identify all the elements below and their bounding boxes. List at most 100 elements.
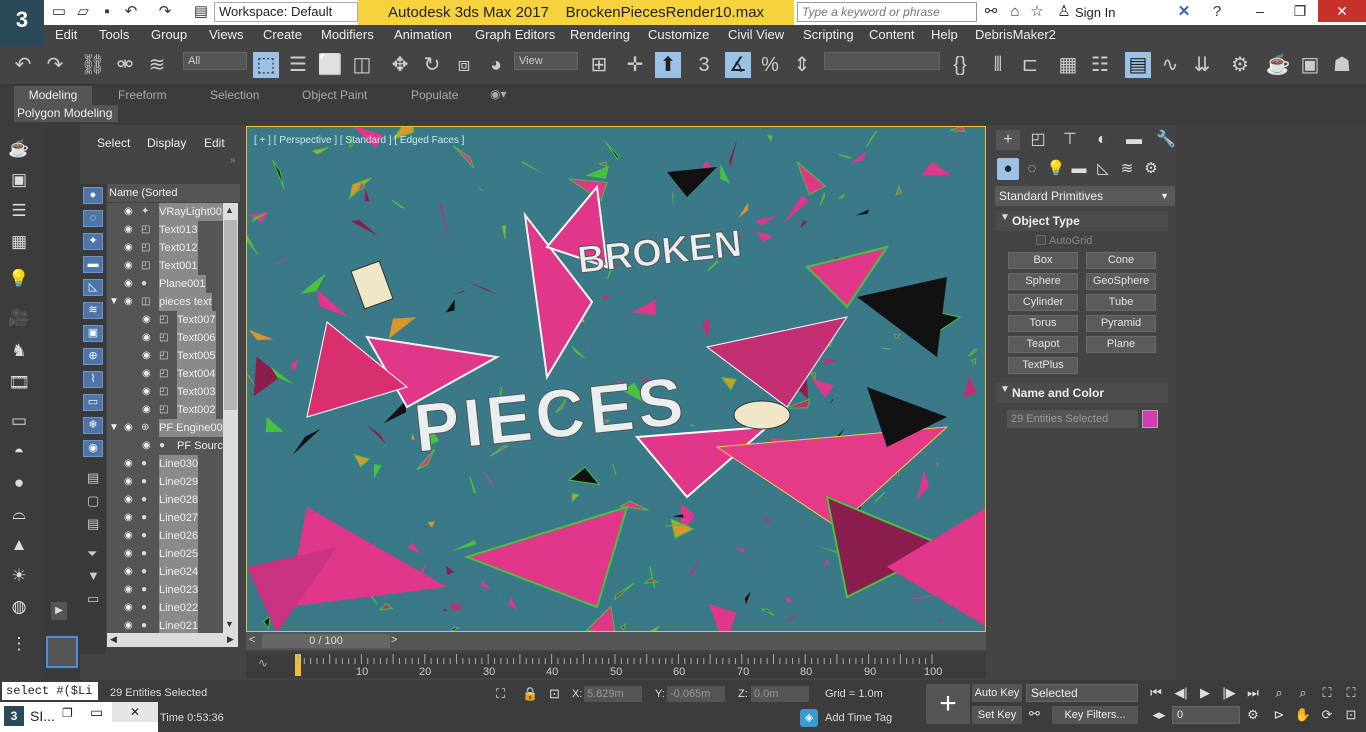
current-frame-field[interactable]: 0: [1172, 706, 1240, 724]
name-and-color-rollout[interactable]: Name and Color: [996, 383, 1168, 403]
cameras-category-icon[interactable]: ▬: [1068, 158, 1090, 180]
rotate-icon[interactable]: ↻: [419, 52, 445, 78]
go-to-end-icon[interactable]: ⏭: [1244, 684, 1262, 702]
zoom-icon[interactable]: ⌕: [1270, 684, 1288, 702]
light-bulb-icon[interactable]: 💡: [8, 268, 30, 290]
previous-frame-icon[interactable]: ◀|: [1172, 684, 1190, 702]
list-item[interactable]: ◉ ● Line024: [107, 563, 223, 581]
filter-cameras-icon[interactable]: ▬: [83, 256, 103, 273]
restore-icon[interactable]: ❐: [62, 706, 73, 720]
list-item[interactable]: ◉ ◰ Text006: [107, 329, 223, 347]
undo-icon[interactable]: ↶: [122, 3, 140, 21]
cone-button[interactable]: Cone: [1086, 252, 1156, 269]
menu-edit[interactable]: Edit: [55, 27, 77, 42]
viewport-label-menu[interactable]: [ + ] [ Perspective ] [ Standard ] [ Edg…: [254, 135, 464, 146]
filter-frozen-icon[interactable]: ❄: [83, 417, 103, 434]
minimize-button[interactable]: –: [1240, 0, 1280, 22]
perspective-viewport[interactable]: BROKEN PIECES: [246, 126, 986, 632]
redo-icon[interactable]: ↷: [156, 3, 174, 21]
modify-tab-icon[interactable]: ◰: [1026, 130, 1050, 150]
curve-editor-icon[interactable]: ∿: [1157, 52, 1183, 78]
open-file-icon[interactable]: ▱: [74, 3, 92, 21]
display-dependents-icon[interactable]: ▤: [87, 516, 99, 532]
angle-snap-icon[interactable]: ∡: [725, 52, 751, 78]
explorer-collapse-icon[interactable]: »: [230, 155, 236, 166]
list-item[interactable]: ◉ ● Line029: [107, 473, 223, 491]
object-type-rollout[interactable]: Object Type: [996, 211, 1168, 231]
close-button[interactable]: ✕: [1318, 0, 1366, 22]
layer-explorer-icon[interactable]: ☷: [1087, 52, 1113, 78]
menu-graph-editors[interactable]: Graph Editors: [475, 27, 555, 42]
fov-icon[interactable]: ⊳: [1270, 706, 1288, 724]
ribbon-options-icon[interactable]: ◉▾: [490, 87, 507, 101]
menu-debrismaker[interactable]: DebrisMaker2: [975, 27, 1056, 42]
move-icon[interactable]: ✥: [387, 52, 413, 78]
list-item[interactable]: ◉ ● Line028: [107, 491, 223, 509]
explorer-toggle-button[interactable]: [46, 636, 78, 668]
teapot-button[interactable]: Teapot: [1008, 336, 1078, 353]
grid-icon[interactable]: ⋮: [8, 633, 30, 655]
zoom-extents-all-icon[interactable]: ⛶: [1342, 684, 1360, 702]
list-item[interactable]: ◉ ✦ VRayLight001: [107, 203, 223, 221]
pan-icon[interactable]: ✋: [1294, 706, 1312, 724]
y-coordinate-field[interactable]: -0.065m: [667, 686, 725, 702]
key-mode-toggle-icon[interactable]: ◂▸: [1150, 706, 1168, 724]
basket-icon[interactable]: ⌓: [8, 503, 30, 525]
time-tag-icon[interactable]: ◈: [800, 709, 818, 727]
expand-arrow-icon[interactable]: ▶: [51, 602, 67, 620]
display-tab-icon[interactable]: ▬: [1122, 130, 1146, 150]
menu-help[interactable]: Help: [931, 27, 958, 42]
visibility-eye-icon[interactable]: ◉: [124, 239, 133, 257]
menu-modifiers[interactable]: Modifiers: [321, 27, 374, 42]
add-time-tag-button[interactable]: Add Time Tag: [825, 712, 892, 724]
menu-group[interactable]: Group: [151, 27, 187, 42]
visibility-eye-icon[interactable]: ◉: [142, 347, 151, 365]
layer-folder-icon[interactable]: ▭: [87, 591, 99, 607]
scroll-up-arrow-icon[interactable]: ▲: [225, 205, 234, 215]
visibility-eye-icon[interactable]: ◉: [124, 491, 133, 509]
tube-button[interactable]: Tube: [1086, 294, 1156, 311]
list-item[interactable]: ◉ ◰ Text003: [107, 383, 223, 401]
film-icon[interactable]: 🎞: [8, 372, 30, 394]
filter-lights-icon[interactable]: ✦: [83, 233, 103, 250]
shapes-category-icon[interactable]: ◌: [1021, 158, 1043, 180]
plane-button[interactable]: Plane: [1086, 336, 1156, 353]
close-icon[interactable]: ✕: [112, 702, 158, 722]
tab-populate[interactable]: Populate: [411, 88, 458, 102]
lights-category-icon[interactable]: 💡: [1045, 158, 1067, 180]
menu-rendering[interactable]: Rendering: [570, 27, 630, 42]
set-key-button[interactable]: Set Key: [972, 706, 1022, 724]
textplus-button[interactable]: TextPlus: [1008, 357, 1078, 374]
column-header-name[interactable]: Name (Sorted Descending): [107, 184, 240, 217]
sun-icon[interactable]: ☀: [8, 565, 30, 587]
box-icon[interactable]: ▭: [8, 410, 30, 432]
orbit-icon[interactable]: ⟳: [1318, 706, 1336, 724]
x-coordinate-field[interactable]: 5.829m: [584, 686, 642, 702]
teapot-icon[interactable]: ☕: [8, 138, 30, 160]
scrollbar-thumb[interactable]: [224, 220, 237, 410]
tab-object-paint[interactable]: Object Paint: [302, 88, 367, 102]
schematic-view-icon[interactable]: ⇊: [1189, 52, 1215, 78]
visibility-eye-icon[interactable]: ◉: [124, 617, 133, 633]
scene-explorer-icon[interactable]: ▦: [1055, 52, 1081, 78]
ball-icon[interactable]: ◍: [8, 596, 30, 618]
list-item[interactable]: ◉ ● Plane001: [107, 275, 223, 293]
save-icon[interactable]: ▪: [98, 3, 116, 21]
undo-icon[interactable]: ↶: [10, 52, 36, 78]
filter-shapes-icon[interactable]: ◌: [83, 210, 103, 227]
info-icon[interactable]: ⌂: [1006, 3, 1024, 21]
maxscript-listener-input[interactable]: select #($Li: [2, 682, 98, 700]
visibility-eye-icon[interactable]: ◉: [124, 221, 133, 239]
explorer-menu-edit[interactable]: Edit: [204, 136, 225, 150]
list-item[interactable]: ◉ ● Line021: [107, 617, 223, 633]
filter-containers-icon[interactable]: ▭: [83, 394, 103, 411]
key-filters-button[interactable]: Key Filters...: [1052, 706, 1138, 724]
visibility-eye-icon[interactable]: ◉: [142, 311, 151, 329]
select-object-icon[interactable]: ⬚: [253, 52, 279, 78]
maximize-viewport-icon[interactable]: ⊡: [1342, 706, 1360, 724]
explorer-horizontal-scrollbar[interactable]: [107, 633, 238, 647]
list-item[interactable]: ◉ ◰ Text013: [107, 221, 223, 239]
key-mode-dropdown[interactable]: Selected: [1026, 684, 1138, 702]
list-item[interactable]: ◉ ● Line026: [107, 527, 223, 545]
play-icon[interactable]: ▶: [1196, 684, 1214, 702]
